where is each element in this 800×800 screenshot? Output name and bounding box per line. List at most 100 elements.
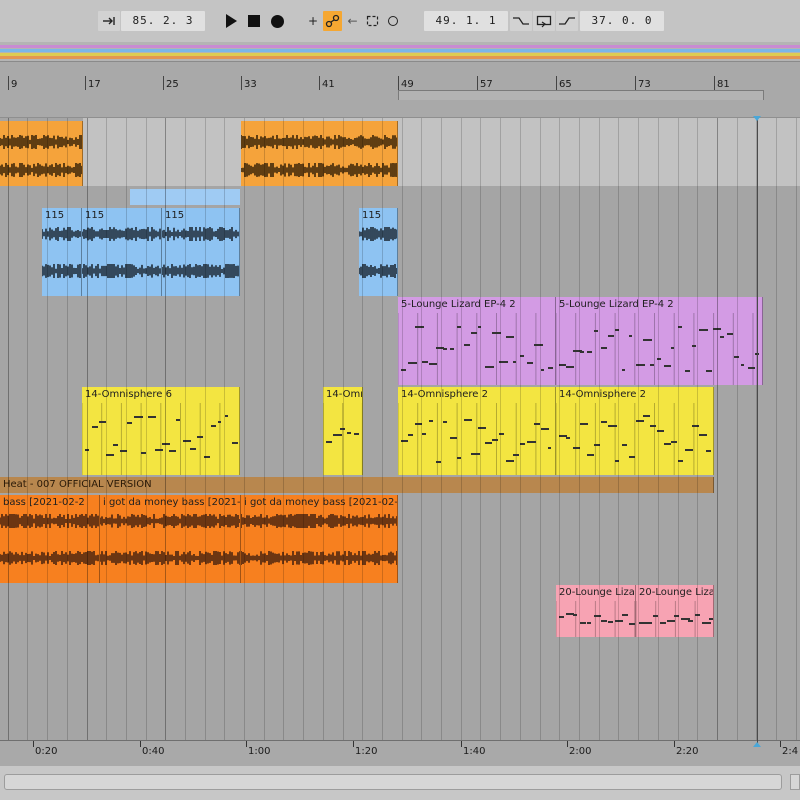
- ruler-tick: [556, 76, 557, 90]
- time-label: 1:20: [355, 746, 378, 757]
- horizontal-scrollbar[interactable]: [4, 774, 782, 790]
- midi-clip[interactable]: 20-Lounge Lizar: [556, 585, 636, 637]
- waveform: [100, 514, 240, 529]
- audio-clip[interactable]: bass [2021-02-2: [0, 495, 100, 583]
- stop-icon[interactable]: [248, 15, 260, 27]
- clip-name: 20-Lounge Lizar: [559, 587, 635, 598]
- record-icon[interactable]: [271, 15, 284, 28]
- waveform: [82, 227, 161, 242]
- punch-out-icon: [559, 17, 575, 25]
- song-position-field[interactable]: 85. 2. 3: [121, 11, 205, 31]
- back-to-arrangement-button[interactable]: ←: [343, 11, 362, 31]
- grid-line: [185, 118, 186, 740]
- ruler-bar-number: 81: [717, 79, 730, 90]
- grid-line: [165, 118, 166, 740]
- time-label: 0:20: [35, 746, 58, 757]
- grid-line: [520, 118, 521, 740]
- grid-line: [67, 118, 68, 740]
- time-ruler[interactable]: 0:20 0:40 1:00 1:20 1:40 2:00 2:20 2:4: [0, 740, 800, 766]
- audio-clip[interactable]: [0, 121, 83, 186]
- time-label: 1:40: [463, 746, 486, 757]
- time-label: 2:00: [569, 746, 592, 757]
- grid-line: [8, 118, 9, 740]
- transport-bar: 85. 2. 3 + ← 49. 1. 1 37. 0. 0: [0, 0, 800, 42]
- time-tick: [674, 741, 675, 747]
- grid-line: [382, 118, 383, 740]
- time-tick: [780, 741, 781, 747]
- add-button[interactable]: +: [304, 11, 322, 31]
- grid-line: [87, 118, 88, 740]
- ruler-bar-number: 33: [244, 79, 257, 90]
- grid-line: [638, 118, 639, 740]
- tap-tempo-button[interactable]: [98, 11, 120, 31]
- ruler-bar-number: 25: [166, 79, 179, 90]
- time-label: 2:4: [782, 746, 799, 757]
- horizontal-scrollbar-area: [0, 766, 800, 800]
- punch-out-button[interactable]: [556, 11, 578, 31]
- loop-start-field[interactable]: 49. 1. 1: [424, 11, 508, 31]
- grid-line: [323, 118, 324, 740]
- time-tick: [567, 741, 568, 747]
- scrollbar-end-button[interactable]: [790, 774, 800, 790]
- grid-line: [678, 118, 679, 740]
- clip-name: 115: [362, 210, 382, 221]
- automation-icon: [325, 14, 340, 28]
- waveform: [82, 264, 161, 279]
- grid-line: [579, 118, 580, 740]
- grid-line: [126, 118, 127, 740]
- ruler-tick: [8, 76, 9, 90]
- loop-switch-button[interactable]: [533, 11, 555, 31]
- track-lane[interactable]: [0, 186, 800, 206]
- audio-clip[interactable]: i got da money bass [2021-02-2: [100, 495, 241, 583]
- time-tick: [461, 741, 462, 747]
- ruler-tick: [85, 76, 86, 90]
- grid-line: [47, 118, 48, 740]
- arrangement-overview[interactable]: [0, 42, 800, 62]
- grid-line: [303, 118, 304, 740]
- audio-clip[interactable]: 115: [162, 208, 240, 296]
- midi-clip[interactable]: 5-Lounge Lizard EP-4 2: [556, 297, 763, 385]
- ruler-tick: [714, 76, 715, 90]
- audio-clip[interactable]: 115: [359, 208, 398, 296]
- playhead-bottom-marker: [753, 742, 761, 747]
- grid-line: [559, 118, 560, 740]
- grid-line: [244, 118, 245, 740]
- clip-name: 5-Lounge Lizard EP-4 2: [559, 299, 674, 310]
- play-icon[interactable]: [226, 14, 237, 28]
- waveform: [359, 264, 397, 279]
- playhead: [757, 118, 758, 746]
- ruler-tick: [163, 76, 164, 90]
- track-lane[interactable]: [0, 638, 800, 740]
- punch-button[interactable]: [383, 11, 402, 31]
- automation-arm-button[interactable]: [323, 11, 342, 31]
- waveform: [0, 551, 99, 566]
- grid-line: [362, 118, 363, 740]
- loop-length-field[interactable]: 37. 0. 0: [580, 11, 664, 31]
- ruler-bar-number: 49: [401, 79, 414, 90]
- capture-icon: [366, 15, 379, 27]
- audio-clip[interactable]: 115: [42, 208, 82, 296]
- clip-name: bass [2021-02-2: [3, 497, 85, 508]
- circle-icon: [387, 16, 398, 26]
- arrangement-view[interactable]: 115 115 115 115 5-Lounge Lizard EP-4 2 5-Loun…: [0, 118, 800, 741]
- grid-line: [106, 118, 107, 740]
- group-clip[interactable]: Heat - 007 OFFICIAL VERSION: [0, 477, 714, 493]
- time-tick: [140, 741, 141, 747]
- clip-name: 115: [165, 210, 185, 221]
- punch-in-button[interactable]: [510, 11, 532, 31]
- audio-clip[interactable]: 115: [82, 208, 162, 296]
- capture-button[interactable]: [363, 11, 382, 31]
- grid-line: [27, 118, 28, 740]
- ruler-tick: [319, 76, 320, 90]
- time-tick: [33, 741, 34, 747]
- ruler-bar-number: 73: [638, 79, 651, 90]
- grid-line: [500, 118, 501, 740]
- loop-brace[interactable]: [398, 90, 764, 100]
- ruler-bar-number: 65: [559, 79, 572, 90]
- grid-line: [461, 118, 462, 740]
- grid-line: [737, 118, 738, 740]
- grid-line: [599, 118, 600, 740]
- midi-clip[interactable]: 20-Lounge Lizar: [636, 585, 714, 637]
- grid-line: [658, 118, 659, 740]
- time-label: 2:20: [676, 746, 699, 757]
